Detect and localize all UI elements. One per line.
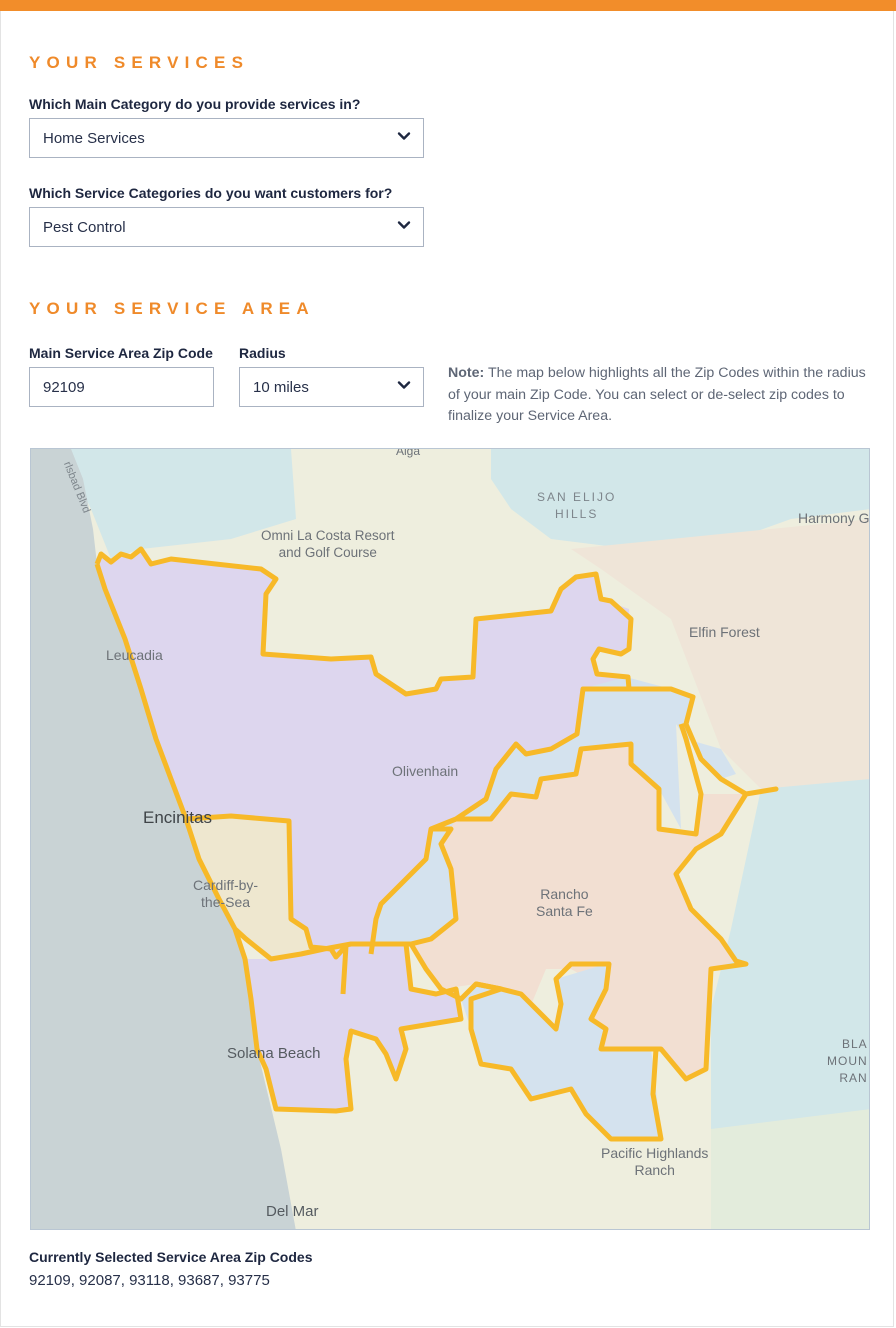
map-label-omni: Omni La Costa Resort and Golf Course [261,528,395,560]
note-bold: Note: [448,365,485,381]
main-category-select[interactable]: Home Services [29,118,424,158]
zip-code-value: 92109 [43,378,85,396]
map-label-pacific-highlands: Pacific Highlands Ranch [601,1145,709,1178]
zip-code-input[interactable]: 92109 [29,367,214,407]
map-label-cardiff: Cardiff-by- the-Sea [193,877,259,910]
chevron-down-icon [397,221,411,229]
service-categories-label: Which Service Categories do you want cus… [29,185,393,201]
map-label-elfin-forest: Elfin Forest [689,624,760,640]
selected-zips-label: Currently Selected Service Area Zip Code… [29,1249,313,1265]
chevron-down-icon [397,381,411,389]
map-label-san-elijo: SAN ELIJO HILLS [537,490,617,521]
map-canvas [31,449,869,1229]
map-label-olivenhain: Olivenhain [392,763,459,779]
map-label-rancho-santa-fe: Rancho Santa Fe [536,886,593,919]
chevron-down-icon [397,132,411,140]
service-categories-value: Pest Control [43,218,126,236]
service-categories-select[interactable]: Pest Control [29,207,424,247]
map-label-leucadia: Leucadia [106,647,163,663]
map-label-del-mar: Del Mar [266,1203,319,1220]
radius-select[interactable]: 10 miles [239,367,424,407]
services-section-title: YOUR SERVICES [29,53,250,72]
main-category-label: Which Main Category do you provide servi… [29,96,361,112]
radius-label: Radius [239,345,286,361]
selected-zips-value: 92109, 92087, 93118, 93687, 93775 [29,1272,270,1289]
map-label-alga: Alga [396,448,421,458]
radius-value: 10 miles [253,378,309,396]
map-label-encinitas: Encinitas [143,808,212,827]
service-area-map[interactable]: rlsbad Blvd Alga Omni La Costa Resort an… [30,448,870,1230]
map-label-harmony: Harmony G [798,510,870,526]
main-category-value: Home Services [43,129,145,147]
note-text: The map below highlights all the Zip Cod… [448,365,866,424]
zip-code-label: Main Service Area Zip Code [29,345,213,361]
green-region-southeast [711,1109,869,1229]
map-note: Note: The map below highlights all the Z… [448,363,868,428]
map-label-black-mountain: BLA MOUN RAN [827,1037,868,1085]
map-label-solana-beach: Solana Beach [227,1045,321,1062]
service-area-section-title: YOUR SERVICE AREA [29,299,315,318]
top-accent-bar [0,0,896,11]
